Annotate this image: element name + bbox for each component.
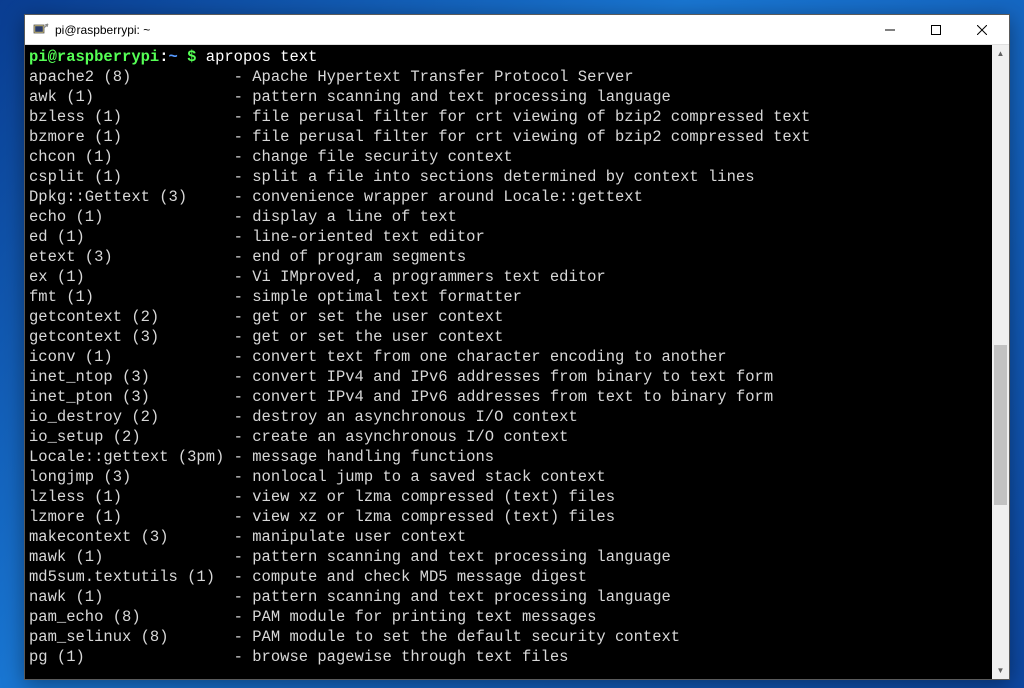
maximize-button[interactable] [913, 15, 959, 45]
terminal-output[interactable]: pi@raspberrypi:~ $ apropos text apache2 … [25, 45, 992, 679]
scroll-thumb[interactable] [994, 345, 1007, 505]
putty-icon [33, 22, 49, 38]
terminal-area: pi@raspberrypi:~ $ apropos text apache2 … [25, 45, 1009, 679]
window-title: pi@raspberrypi: ~ [55, 23, 867, 37]
window-controls [867, 15, 1005, 45]
desktop-background: pi@raspberrypi: ~ pi@raspberrypi:~ $ apr… [0, 0, 1024, 688]
terminal-window: pi@raspberrypi: ~ pi@raspberrypi:~ $ apr… [24, 14, 1010, 680]
scroll-up-icon[interactable]: ▲ [992, 45, 1009, 62]
titlebar[interactable]: pi@raspberrypi: ~ [25, 15, 1009, 45]
minimize-button[interactable] [867, 15, 913, 45]
close-button[interactable] [959, 15, 1005, 45]
scroll-down-icon[interactable]: ▼ [992, 662, 1009, 679]
scrollbar[interactable]: ▲ ▼ [992, 45, 1009, 679]
